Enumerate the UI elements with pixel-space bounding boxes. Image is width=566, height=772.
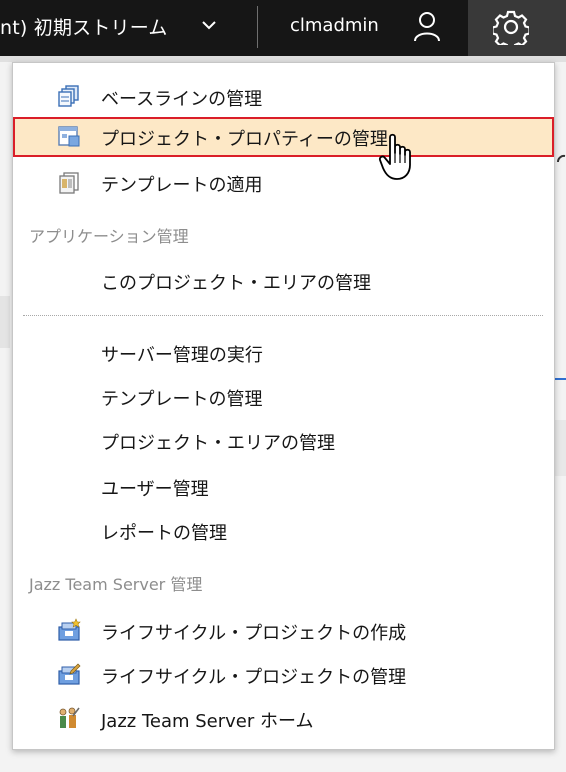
lifecycle-create-icon <box>58 618 81 641</box>
menu-item-jts-home[interactable]: Jazz Team Server ホーム <box>13 699 554 739</box>
menu-item-create-lifecycle-project[interactable]: ライフサイクル・プロジェクトの作成 <box>13 611 554 651</box>
header-divider <box>257 6 258 48</box>
menu-item-label: ユーザー管理 <box>101 479 209 500</box>
template-icon <box>59 172 79 194</box>
menu-item-label: このプロジェクト・エリアの管理 <box>101 273 371 294</box>
menu-item-label: ベースラインの管理 <box>101 89 263 110</box>
menu-item-manage-project-properties[interactable]: プロジェクト・プロパティーの管理 <box>13 117 554 157</box>
user-icon[interactable] <box>412 10 442 42</box>
menu-item-label: サーバー管理の実行 <box>101 345 263 366</box>
menu-item-manage-project-areas[interactable]: プロジェクト・エリアの管理 <box>13 421 554 461</box>
menu-item-label: レポートの管理 <box>101 523 227 544</box>
menu-item-manage-this-project-area[interactable]: このプロジェクト・エリアの管理 <box>13 261 554 301</box>
baseline-icon <box>58 85 79 107</box>
top-bar: nt) 初期ストリーム clmadmin <box>0 0 566 56</box>
menu-item-label: ライフサイクル・プロジェクトの作成 <box>101 623 407 644</box>
menu-item-label: テンプレートの適用 <box>101 175 263 196</box>
gear-icon[interactable] <box>493 9 529 45</box>
menu-item-manage-reports[interactable]: レポートの管理 <box>13 511 554 551</box>
user-name[interactable]: clmadmin <box>290 15 379 36</box>
menu-item-manage-templates[interactable]: テンプレートの管理 <box>13 377 554 417</box>
menu-item-label: Jazz Team Server ホーム <box>101 711 314 732</box>
menu-item-apply-template[interactable]: テンプレートの適用 <box>13 163 554 203</box>
lifecycle-manage-icon <box>58 663 81 685</box>
project-properties-icon <box>58 126 80 147</box>
chevron-down-icon[interactable] <box>200 16 218 34</box>
menu-item-manage-lifecycle-project[interactable]: ライフサイクル・プロジェクトの管理 <box>13 655 554 695</box>
menu-separator <box>23 315 543 316</box>
menu-item-label: テンプレートの管理 <box>101 389 263 410</box>
refresh-icon <box>556 154 566 163</box>
background-panel <box>0 296 10 348</box>
background-panel-right <box>554 420 566 476</box>
jts-home-icon <box>59 707 80 728</box>
menu-item-server-admin[interactable]: サーバー管理の実行 <box>13 333 554 373</box>
hand-cursor-icon <box>378 133 411 180</box>
group-label-application-admin: アプリケーション管理 <box>29 227 189 246</box>
menu-item-label: プロジェクト・エリアの管理 <box>101 433 335 454</box>
menu-item-user-management[interactable]: ユーザー管理 <box>13 467 554 507</box>
menu-item-label: プロジェクト・プロパティーの管理 <box>101 129 388 150</box>
menu-item-label: ライフサイクル・プロジェクトの管理 <box>101 667 407 688</box>
settings-menu: ベースラインの管理 プロジェクト・プロパティーの管理 テンプレートの適用 アプリ… <box>12 62 555 750</box>
group-label-jts-admin: Jazz Team Server 管理 <box>29 575 203 594</box>
menu-item-manage-baselines[interactable]: ベースラインの管理 <box>13 77 554 117</box>
project-selector[interactable]: nt) 初期ストリーム <box>0 13 168 40</box>
